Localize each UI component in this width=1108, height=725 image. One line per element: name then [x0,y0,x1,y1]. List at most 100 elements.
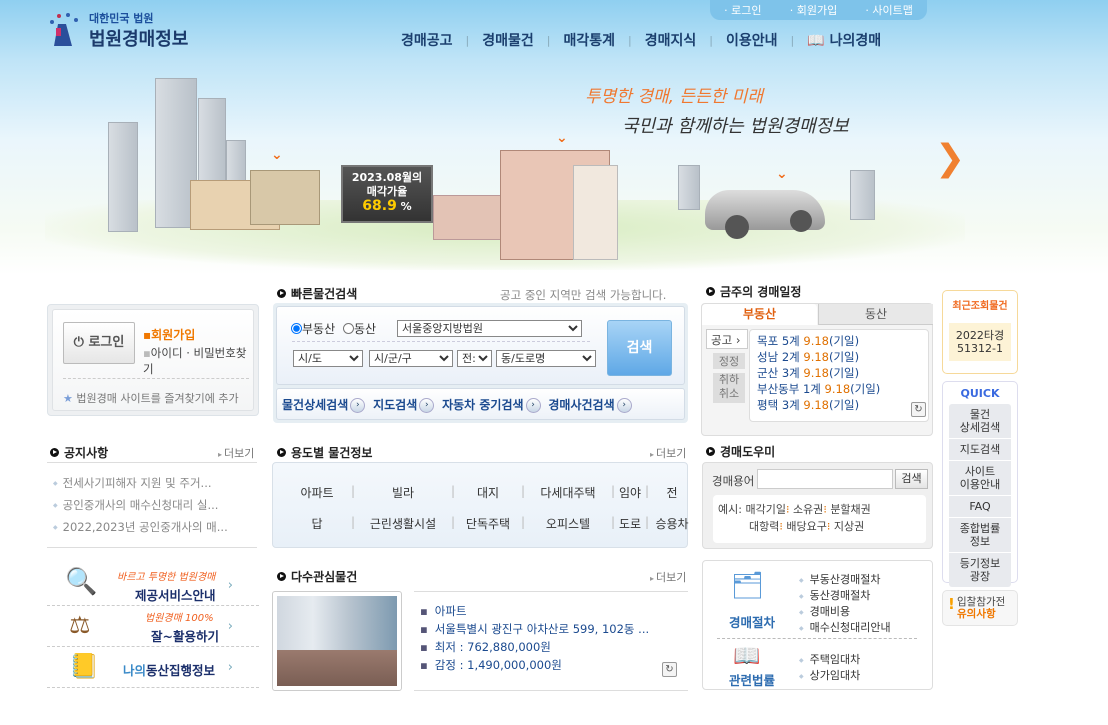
add-favorite-link[interactable]: ★ 법원경매 사이트를 즐겨찾기에 추가 [63,390,239,406]
radio-movable[interactable]: 동산 [343,320,376,337]
quick-site-guide[interactable]: 사이트 이용안내 [949,461,1011,496]
find-id-password-link[interactable]: ▪아이디 · 비밀번호찾기 [143,345,253,377]
nav-sale-stats[interactable]: 매각통계 [551,30,629,50]
procedure-item[interactable]: 동산경매절차 [799,587,891,603]
usage-road[interactable]: 도로 [618,515,642,532]
book-pen-icon: 📒 [69,652,99,680]
chevron-down-icon[interactable]: ⌄ [776,166,788,182]
example-term[interactable]: 매각기일 [745,503,785,516]
property-photo[interactable] [272,591,402,691]
example-term[interactable]: 분할채권 [830,503,870,516]
detail-search-link[interactable]: 물건상세검색 › [282,398,369,413]
procedure-title[interactable]: 경매절차 [729,612,775,631]
banner-next-arrow-icon[interactable]: ❯ [935,138,965,179]
popular-property-info[interactable]: 아파트 서울특별시 광진구 아차산로 599, 102동 ... 최저 : 76… [420,603,649,675]
court-select[interactable]: 서울중앙지방법원 [397,320,582,337]
use-well-link[interactable]: ⚖ 법원경매 100% 잘~활용하기 › [47,606,259,647]
logo-title[interactable]: 법원경매정보 [89,25,188,51]
billboard-unit: % [400,200,412,213]
nav-auction-items[interactable]: 경매물건 [469,30,547,50]
usage-neighborhood-facility[interactable]: 근린생활시설 [358,515,448,532]
login-button[interactable]: ⏻ 로그인 [63,322,135,364]
notice-item[interactable]: 2022,2023년 공인중개사의 매... [53,519,228,541]
divider [414,690,688,691]
sale-rate-billboard[interactable]: 2023.08월의 매각가율 68.9 % [341,165,433,223]
usage-field[interactable]: 전 [652,484,692,501]
law-item[interactable]: 주택임대차 [799,651,861,667]
example-term[interactable]: 대항력 [749,520,779,533]
notice-item[interactable]: 공인중개사의 매수신청대리 실... [53,497,228,519]
court-logo-icon[interactable] [44,10,84,48]
usage-multi-house[interactable]: 다세대주택 [528,484,608,501]
schedule-item[interactable]: 부산동부 1계 9.18(기일) [757,381,928,397]
usage-apartment[interactable]: 아파트 [286,484,348,501]
notice-more-link[interactable]: 더보기 [218,445,254,461]
example-term[interactable]: 소유권 [793,503,823,516]
chevron-down-icon[interactable]: ⌄ [556,130,568,146]
nav-auction-notice[interactable]: 경매공고 [388,30,466,50]
schedule-item[interactable]: 평택 3계 9.18(기일) [757,397,928,413]
service-guide-link[interactable]: 🔍 바르고 투명한 법원경매 제공서비스안내 › [47,565,259,606]
top-link-sitemap[interactable]: · 사이트맵 [865,2,912,18]
law-item[interactable]: 상가임대차 [799,667,861,683]
usage-detached-house[interactable]: 단독주택 [458,515,518,532]
quick-detail-search[interactable]: 물건 상세검색 [949,404,1011,439]
usage-car[interactable]: 승용차 [652,515,692,532]
tab-realestate[interactable]: 부동산 [702,304,817,325]
usage-forest[interactable]: 임야 [618,484,642,501]
usage-land[interactable]: 대지 [458,484,518,501]
schedule-side-correction[interactable]: 정정 [713,353,745,369]
chevron-down-icon[interactable]: ⌄ [271,147,283,163]
vehicle-search-link[interactable]: 자동차 중기검색 › [442,398,544,413]
law-title[interactable]: 관련법률 [729,670,775,689]
usage-more-link[interactable]: 더보기 [650,445,686,461]
top-link-login[interactable]: · 로그인 [724,2,761,18]
nav-auction-knowledge[interactable]: 경매지식 [632,30,710,50]
schedule-item[interactable]: 목포 5계 9.18(기일) [757,333,928,349]
usage-paddy[interactable]: 답 [286,515,348,532]
term-input[interactable] [757,469,893,489]
sigungu-select[interactable]: 시/군/구 [369,350,453,367]
movable-execution-info-link[interactable]: 📒 나의동산집행정보 › [47,647,259,688]
example-term[interactable]: 지상권 [834,520,864,533]
sido-select[interactable]: 시/도 [293,350,363,367]
join-link[interactable]: ▪회원가입 [143,326,195,343]
case-search-link[interactable]: 경매사건검색 › [548,398,635,413]
procedure-item[interactable]: 부동산경매절차 [799,571,891,587]
refresh-icon[interactable]: ↻ [911,402,926,417]
example-term[interactable]: 배당요구 [786,520,826,533]
quick-map-search[interactable]: 지도검색 [949,439,1011,461]
schedule-item[interactable]: 군산 3계 9.18(기일) [757,365,928,381]
recent-case[interactable]: 2022타경 51312-1 [949,323,1011,361]
top-link-join[interactable]: · 회원가입 [790,2,837,18]
nav-usage-guide[interactable]: 이용안내 [713,30,791,50]
quick-faq[interactable]: FAQ [949,496,1011,518]
usage-officetel[interactable]: 오피스텔 [528,515,608,532]
caution-line2: 유의사항 [957,608,996,620]
usage-villa[interactable]: 빌라 [358,484,448,501]
popular-more-link[interactable]: 더보기 [650,569,686,585]
map-search-link[interactable]: 지도검색 › [373,398,438,413]
bullet-icon [277,289,286,298]
schedule-side-withdrawal[interactable]: 취하 취소 [713,373,745,403]
quick-search-button[interactable]: 검색 [607,320,672,376]
bid-caution-link[interactable]: ! 입찰참가전 유의사항 [942,590,1018,626]
notice-item[interactable]: 전세사기피해자 지원 및 주거... [53,475,228,497]
law-list: 주택임대차 상가임대차 [799,651,861,683]
procedure-item[interactable]: 경매비용 [799,603,891,619]
refresh-icon[interactable]: ↻ [662,662,677,677]
main-nav: 경매공고 | 경매물건 | 매각통계 | 경매지식 | 이용안내 | 📖 나의경매 [388,30,894,50]
schedule-item[interactable]: 성남 2계 9.18(기일) [757,349,928,365]
radio-realestate[interactable]: 부동산 [291,320,335,337]
quick-law-info[interactable]: 종합법률 정보 [949,518,1011,553]
schedule-side-notice[interactable]: 공고 › [706,329,748,349]
procedure-item[interactable]: 매수신청대리안내 [799,619,891,635]
nav-my-auction[interactable]: 📖 나의경매 [794,30,894,50]
jeon-select[interactable]: 전: [457,350,492,367]
tab-movable[interactable]: 동산 [818,304,933,325]
dong-road-select[interactable]: 동/도로명 [496,350,596,367]
term-search-button[interactable]: 검색 [895,469,928,489]
quick-registry[interactable]: 등기정보 광장 [949,553,1011,587]
schedule-list: 목포 5계 9.18(기일) 성남 2계 9.18(기일) 군산 3계 9.18… [757,333,928,413]
chevron-right-icon: › [227,660,233,675]
